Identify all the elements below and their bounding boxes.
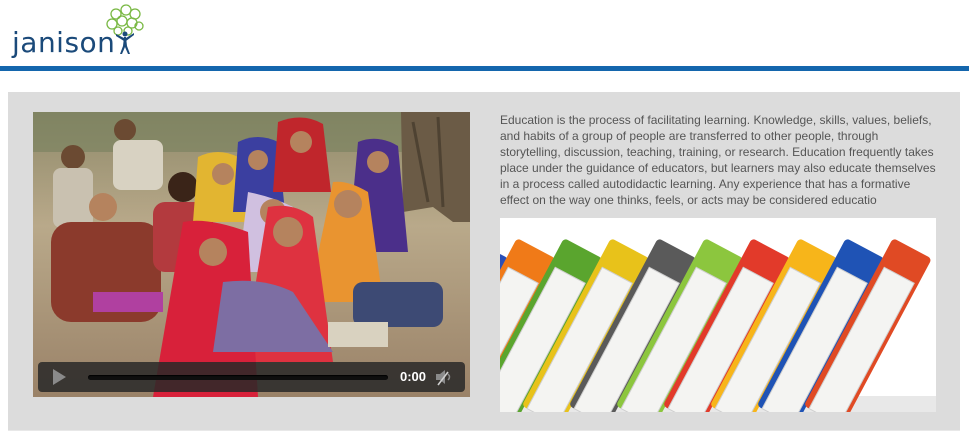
site-header: janison bbox=[0, 0, 969, 66]
tree-icon bbox=[106, 4, 144, 54]
video-controls: 0:00 bbox=[38, 362, 465, 392]
logo-wordmark: janison bbox=[12, 26, 116, 59]
mute-button[interactable] bbox=[434, 367, 456, 387]
mute-icon bbox=[436, 370, 451, 386]
article-text: Education is the process of facilitating… bbox=[500, 112, 940, 207]
books-illustration bbox=[500, 218, 936, 412]
seek-bar[interactable] bbox=[88, 375, 388, 380]
article-paragraph: Education is the process of facilitating… bbox=[500, 113, 936, 207]
video-player[interactable]: 0:00 bbox=[33, 112, 470, 397]
books-image bbox=[500, 218, 936, 412]
time-display: 0:00 bbox=[399, 369, 427, 384]
play-icon bbox=[53, 369, 66, 385]
panel-footer bbox=[8, 430, 960, 443]
play-button[interactable] bbox=[48, 368, 70, 386]
video-frame bbox=[33, 112, 470, 397]
janison-logo[interactable]: janison bbox=[12, 4, 144, 62]
header-divider bbox=[0, 66, 969, 71]
